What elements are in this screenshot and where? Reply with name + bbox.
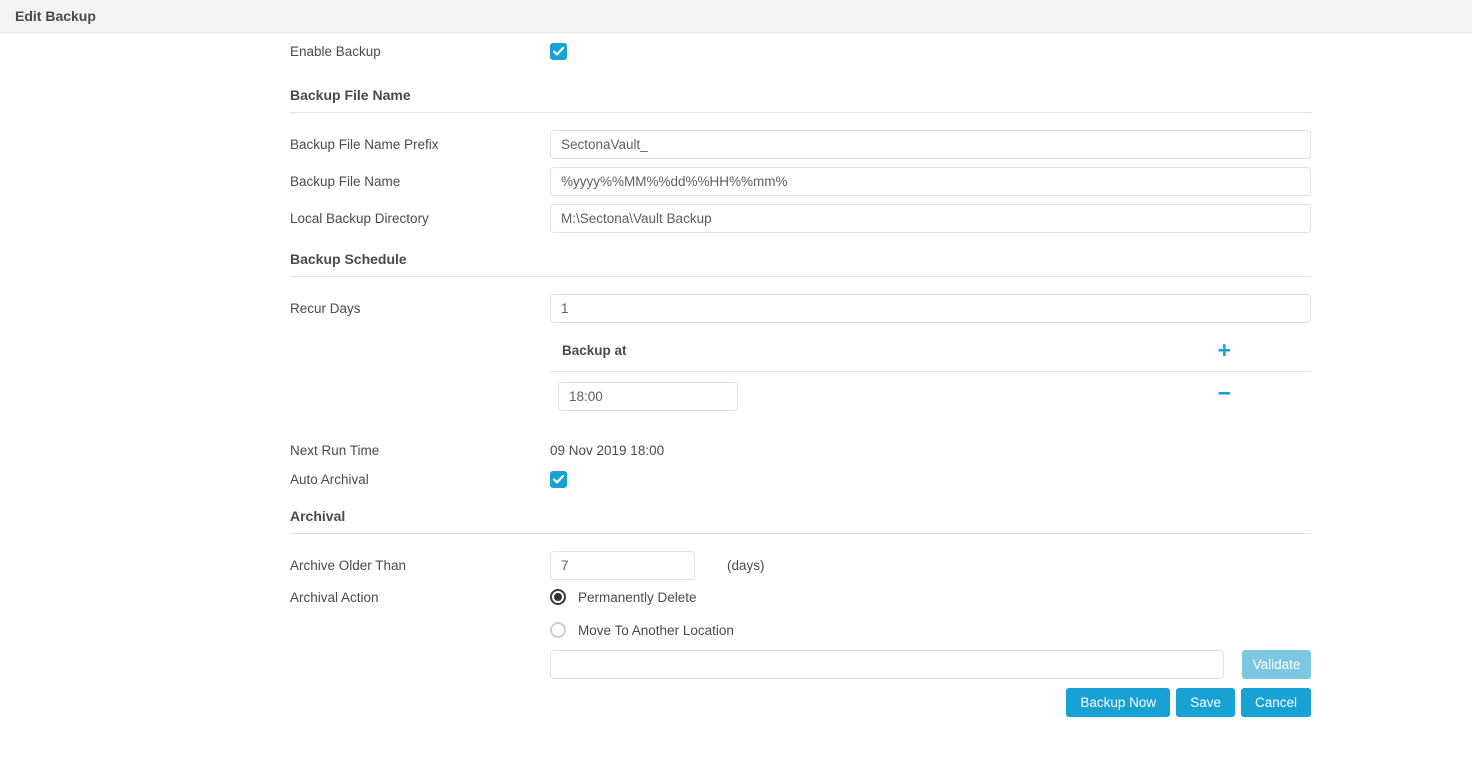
next-run-time-value: 09 Nov 2019 18:00 bbox=[550, 443, 664, 458]
radio-icon bbox=[550, 589, 566, 605]
archival-action-options: Permanently Delete Move To Another Locat… bbox=[550, 589, 734, 638]
radio-move-to-another-location[interactable]: Move To Another Location bbox=[550, 622, 734, 638]
backup-now-button[interactable]: Backup Now bbox=[1066, 688, 1170, 717]
validate-row: Validate bbox=[290, 650, 1311, 679]
backup-at-block: Backup at + − bbox=[550, 335, 1311, 411]
radio-permanently-delete-label: Permanently Delete bbox=[578, 590, 697, 605]
backup-at-block-row: Backup at + − bbox=[290, 335, 1311, 411]
auto-archival-checkbox[interactable] bbox=[550, 471, 567, 488]
recur-days-label: Recur Days bbox=[290, 301, 550, 316]
recur-days-row: Recur Days bbox=[290, 294, 1311, 323]
cancel-button[interactable]: Cancel bbox=[1241, 688, 1311, 717]
save-button[interactable]: Save bbox=[1176, 688, 1235, 717]
local-backup-directory-row: Local Backup Directory bbox=[290, 204, 1311, 233]
section-title-archival: Archival bbox=[290, 508, 1311, 524]
next-run-time-label: Next Run Time bbox=[290, 443, 550, 458]
section-archival: Archival bbox=[290, 508, 1311, 534]
validate-button[interactable]: Validate bbox=[1242, 650, 1311, 679]
archive-older-than-input[interactable] bbox=[550, 551, 695, 580]
section-backup-schedule: Backup Schedule bbox=[290, 251, 1311, 277]
archive-location-input bbox=[550, 650, 1224, 679]
section-divider bbox=[290, 276, 1311, 277]
page-title: Edit Backup bbox=[15, 8, 96, 24]
section-title-backup-file-name: Backup File Name bbox=[290, 87, 1311, 103]
auto-archival-label: Auto Archival bbox=[290, 472, 550, 487]
add-time-icon[interactable]: + bbox=[1218, 341, 1231, 359]
page-header: Edit Backup bbox=[0, 0, 1472, 33]
backup-file-name-row: Backup File Name bbox=[290, 167, 1311, 196]
section-divider bbox=[290, 112, 1311, 113]
next-run-time-row: Next Run Time 09 Nov 2019 18:00 bbox=[290, 443, 1311, 458]
backup-at-title: Backup at bbox=[562, 343, 627, 358]
backup-file-name-prefix-row: Backup File Name Prefix bbox=[290, 130, 1311, 159]
enable-backup-label: Enable Backup bbox=[290, 44, 550, 59]
edit-backup-form: Enable Backup Backup File Name Backup Fi… bbox=[290, 43, 1311, 717]
archive-older-than-label: Archive Older Than bbox=[290, 558, 550, 573]
form-actions: Backup Now Save Cancel bbox=[290, 688, 1311, 717]
radio-permanently-delete[interactable]: Permanently Delete bbox=[550, 589, 734, 605]
backup-time-input[interactable] bbox=[558, 382, 738, 411]
radio-icon bbox=[550, 622, 566, 638]
section-divider bbox=[290, 533, 1311, 534]
backup-at-header: Backup at + bbox=[550, 335, 1311, 372]
enable-backup-row: Enable Backup bbox=[290, 43, 1311, 60]
local-backup-directory-label: Local Backup Directory bbox=[290, 211, 550, 226]
local-backup-directory-input[interactable] bbox=[550, 204, 1311, 233]
archive-older-than-row: Archive Older Than (days) bbox=[290, 551, 1311, 580]
backup-file-name-label: Backup File Name bbox=[290, 174, 550, 189]
checkmark-icon bbox=[553, 475, 564, 484]
checkmark-icon bbox=[553, 47, 564, 56]
backup-file-name-input[interactable] bbox=[550, 167, 1311, 196]
auto-archival-row: Auto Archival bbox=[290, 471, 1311, 488]
enable-backup-checkbox[interactable] bbox=[550, 43, 567, 60]
archival-action-row: Archival Action Permanently Delete Move … bbox=[290, 589, 1311, 638]
remove-time-icon[interactable]: − bbox=[1218, 384, 1231, 402]
days-suffix-label: (days) bbox=[727, 558, 765, 573]
section-title-backup-schedule: Backup Schedule bbox=[290, 251, 1311, 267]
archival-action-label: Archival Action bbox=[290, 589, 550, 605]
section-backup-file-name: Backup File Name bbox=[290, 87, 1311, 113]
radio-move-to-another-location-label: Move To Another Location bbox=[578, 623, 734, 638]
recur-days-input[interactable] bbox=[550, 294, 1311, 323]
backup-file-name-prefix-label: Backup File Name Prefix bbox=[290, 137, 550, 152]
backup-file-name-prefix-input[interactable] bbox=[550, 130, 1311, 159]
backup-time-row: − bbox=[550, 382, 1311, 411]
